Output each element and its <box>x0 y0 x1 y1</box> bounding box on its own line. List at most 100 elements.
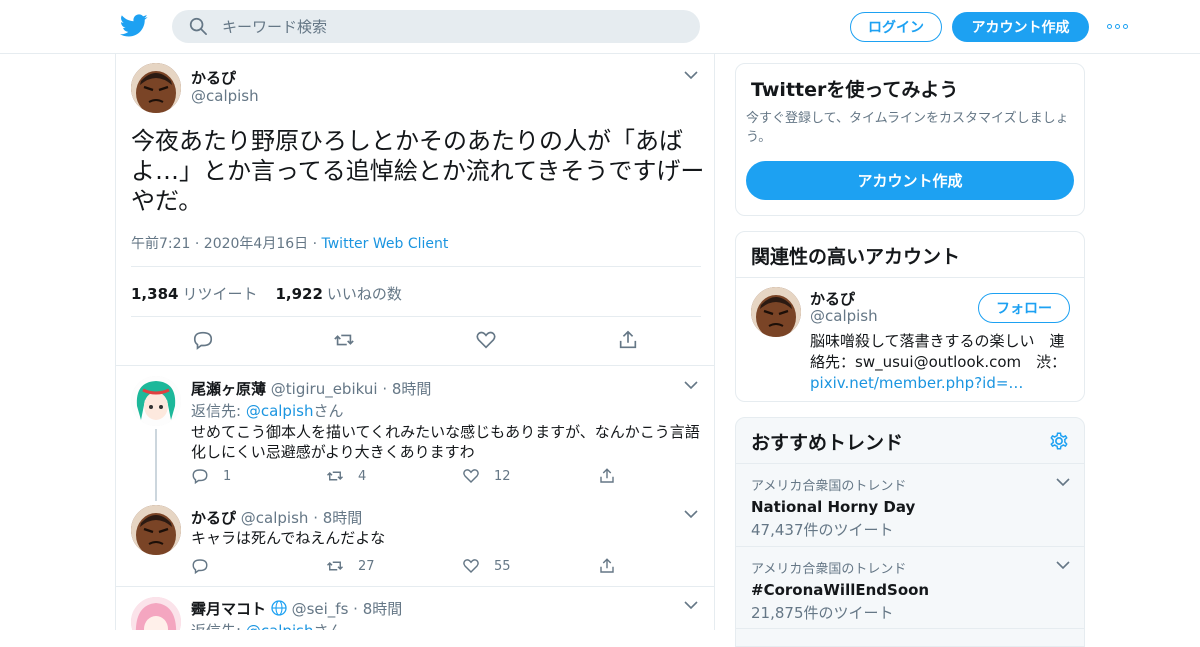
trend-title[interactable]: #CoronaWillEndSoon <box>751 581 1071 599</box>
avatar[interactable] <box>131 63 181 113</box>
retweet-count: 4 <box>358 468 367 484</box>
trend-tweet-count: 21,875件のツイート <box>751 604 894 622</box>
reply-author-name[interactable]: 尾瀬ヶ原薄 <box>191 380 266 398</box>
divider <box>131 316 701 317</box>
trend-context: アメリカ合衆国のトレンド <box>751 562 907 577</box>
reply-to-mention[interactable]: @calpish <box>246 402 314 420</box>
signup-button[interactable]: アカウント作成 <box>952 12 1089 42</box>
top-navigation-bar: ログイン アカウント作成 <box>0 0 1200 54</box>
reply-action-retweet[interactable]: 27 <box>326 557 375 575</box>
retweet-stat[interactable]: 1,384 リツイート <box>131 285 257 303</box>
reply-text: キャラは死んでねえんだよな <box>191 529 386 547</box>
tweet-metadata: 午前7:21 · 2020年4月16日 · Twitter Web Client <box>131 233 448 253</box>
tweet-author-name[interactable]: かるぴ <box>191 67 236 88</box>
reply-time[interactable]: 8時間 <box>323 509 363 527</box>
tweet-timestamp[interactable]: 午前7:21 · 2020年4月16日 <box>131 236 308 252</box>
reply-icon <box>192 559 208 575</box>
retweet-count: 27 <box>358 558 375 574</box>
related-account-name[interactable]: かるぴ <box>810 288 855 309</box>
bio-link[interactable]: pixiv.net/member.php?id=… <box>810 374 1023 392</box>
tweet-client-link[interactable]: Twitter Web Client <box>322 236 449 252</box>
avatar[interactable] <box>131 597 181 630</box>
reply-to-prefix: 返信先: <box>191 622 246 630</box>
reply-to-line: 返信先: @calpishさん <box>191 620 343 630</box>
reply-author-handle[interactable]: @sei_fs <box>292 600 349 618</box>
reply-action-share[interactable] <box>598 467 630 485</box>
reply-author-handle[interactable]: @calpish <box>241 509 309 527</box>
more-menu-icon[interactable] <box>1107 20 1131 32</box>
like-count: 55 <box>494 558 511 574</box>
reply-author-name[interactable]: かるぴ <box>191 509 236 527</box>
trend-item[interactable]: アメリカ合衆国のトレンド #CoronaWillEndSoon 21,875件の… <box>751 558 1071 623</box>
reply-to-mention[interactable]: @calpish <box>246 622 314 630</box>
share-icon <box>600 468 614 483</box>
avatar[interactable] <box>131 505 181 555</box>
chevron-down-icon[interactable] <box>684 380 698 390</box>
related-accounts-card: 関連性の高いアカウント かるぴ @calpish フォロー 脳味噌殺して落書きす… <box>735 231 1085 402</box>
reply-author: 尾瀬ヶ原薄 @tigiru_ebikui · 8時間 <box>191 380 432 398</box>
search-input[interactable] <box>222 10 682 43</box>
chevron-down-icon[interactable] <box>684 70 698 80</box>
related-account-bio: 脳味噌殺して落書きするの楽しい 連絡先：sw_usui@outlook.com … <box>810 331 1074 394</box>
divider <box>736 463 1084 464</box>
avatar[interactable] <box>131 376 181 426</box>
trend-tweet-count: 47,437件のツイート <box>751 521 894 539</box>
divider <box>116 586 714 587</box>
related-account-handle[interactable]: @calpish <box>810 307 878 325</box>
search-icon <box>189 17 207 35</box>
reply-text: せめてこう御本人を描いてくれみたいな感じもありますが、なんかこう言語化しにくい忌… <box>191 423 700 461</box>
chevron-down-icon[interactable] <box>684 509 698 519</box>
like-count: 1,922 <box>275 285 323 303</box>
chevron-down-icon[interactable] <box>1056 560 1070 570</box>
reply-icon <box>192 469 208 485</box>
reply-to-line: 返信先: @calpishさん <box>191 400 343 421</box>
twitter-bird-logo-icon[interactable] <box>120 13 148 39</box>
login-button[interactable]: ログイン <box>850 12 942 42</box>
search-box[interactable] <box>172 10 700 43</box>
divider <box>131 266 701 267</box>
share-icon <box>600 558 614 573</box>
reply-icon[interactable] <box>192 329 214 351</box>
trend-title[interactable]: National Horny Day <box>751 498 1071 516</box>
reply-action-like[interactable]: 12 <box>462 467 511 485</box>
tweet-text: 今夜あたり野原ひろしとかそのあたりの人が「あばよ…」とか言ってる追悼絵とか流れて… <box>131 127 705 215</box>
avatar[interactable] <box>751 287 801 337</box>
reply-action-reply[interactable]: 1 <box>191 467 231 485</box>
reply-action-like[interactable]: 55 <box>462 557 511 575</box>
like-stat[interactable]: 1,922 いいねの数 <box>275 285 401 303</box>
reply-action-retweet[interactable]: 4 <box>326 467 366 485</box>
like-heart-icon[interactable] <box>475 329 497 351</box>
reply-author-handle[interactable]: @tigiru_ebikui <box>271 380 378 398</box>
reply-author-name[interactable]: 霽月マコト <box>191 600 266 618</box>
reply-action-share[interactable] <box>598 557 630 575</box>
retweet-count: 1,384 <box>131 285 179 303</box>
chevron-down-icon[interactable] <box>684 600 698 610</box>
like-heart-icon <box>463 559 479 574</box>
tweet-author-handle[interactable]: @calpish <box>191 87 259 105</box>
trend-item[interactable]: アメリカ合衆国のトレンド National Horny Day 47,437件の… <box>751 475 1071 540</box>
reply-author: 霽月マコト @sei_fs · 8時間 <box>191 600 403 618</box>
gear-icon[interactable] <box>1048 430 1070 452</box>
reply-count: 1 <box>223 468 232 484</box>
like-label: いいねの数 <box>326 285 402 303</box>
follow-button[interactable]: フォロー <box>978 293 1070 323</box>
reply-time[interactable]: 8時間 <box>363 600 403 618</box>
reply-author: かるぴ @calpish · 8時間 <box>191 509 363 527</box>
share-icon[interactable] <box>617 329 639 351</box>
signup-card-description: 今すぐ登録して、タイムラインをカスタマイズしましょう。 <box>746 111 1069 145</box>
retweet-icon[interactable] <box>333 329 355 351</box>
tweet-column: かるぴ @calpish 今夜あたり野原ひろしとかそのあたりの人が「あばよ…」と… <box>115 54 715 630</box>
create-account-button[interactable]: アカウント作成 <box>746 161 1074 200</box>
globe-icon <box>271 600 287 616</box>
reply-to-suffix: さん <box>313 622 343 630</box>
retweet-label: リツイート <box>182 285 258 303</box>
retweet-icon <box>326 471 344 481</box>
meta-separator: · <box>308 236 322 252</box>
chevron-down-icon[interactable] <box>1056 477 1070 487</box>
reply-action-reply[interactable] <box>191 557 223 575</box>
signup-card: Twitterを使ってみよう 今すぐ登録して、タイムラインをカスタマイズしましょ… <box>735 63 1085 216</box>
like-heart-icon <box>463 469 479 484</box>
tweet-action-bar <box>116 329 714 353</box>
reply-time[interactable]: 8時間 <box>392 380 432 398</box>
related-card-title: 関連性の高いアカウント <box>751 246 961 268</box>
